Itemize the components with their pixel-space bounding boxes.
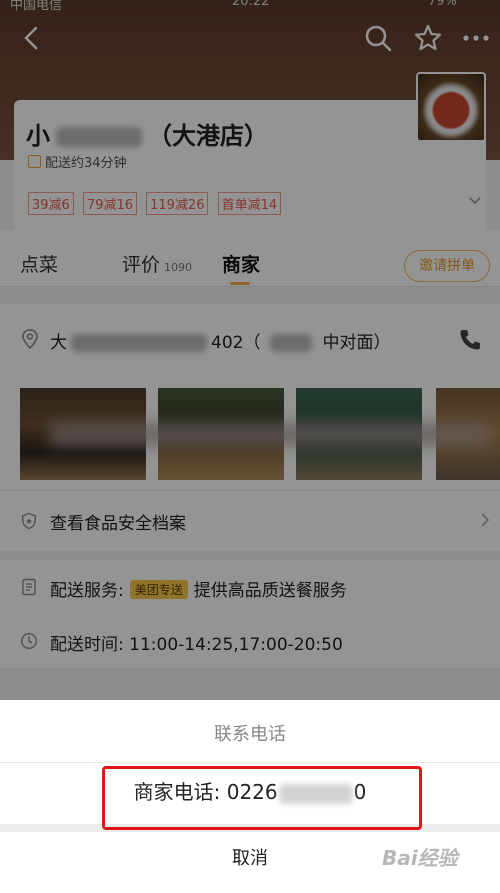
annotation-highlight (102, 766, 422, 830)
sheet-title: 联系电话 (214, 724, 286, 745)
watermark: Bai经验 (382, 846, 458, 870)
divider (0, 762, 500, 763)
